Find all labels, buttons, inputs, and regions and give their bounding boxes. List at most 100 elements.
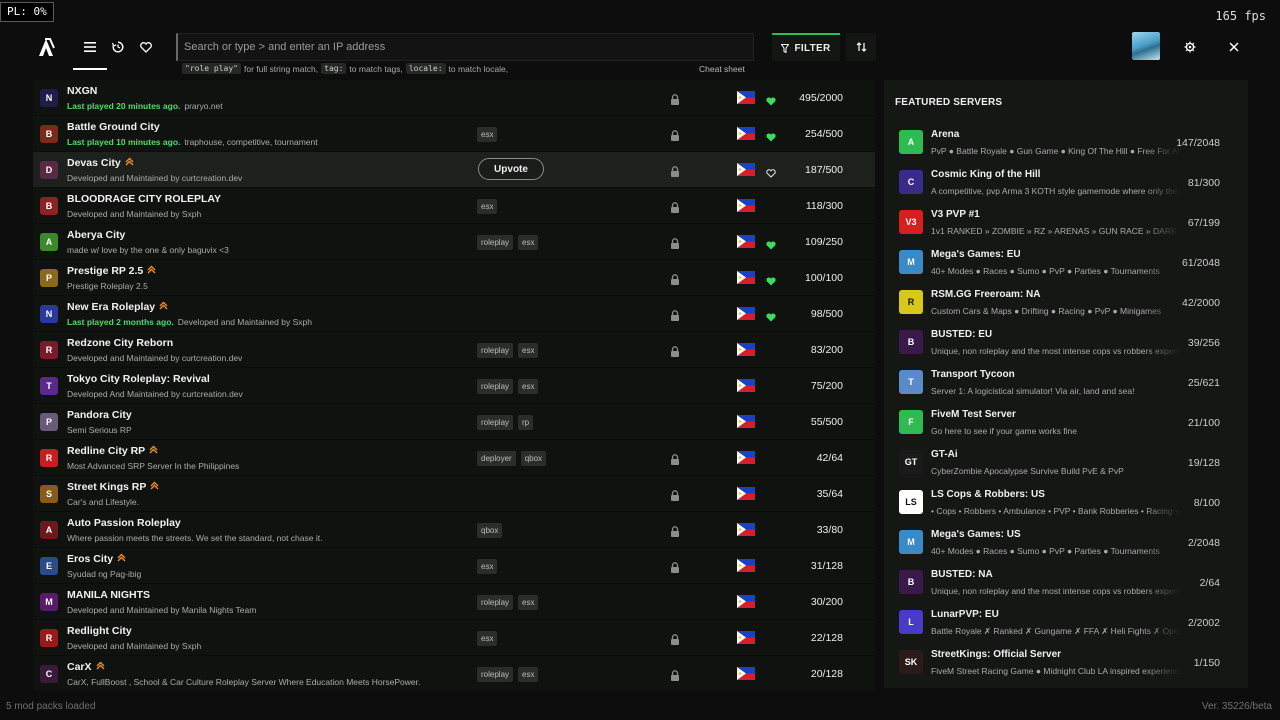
featured-server-row[interactable]: GT GT-Ai CyberZombie Apocalypse Survive Bu… <box>884 444 1248 484</box>
tag-chip[interactable]: qbox <box>520 451 547 466</box>
server-logo-icon: R <box>40 449 58 467</box>
server-name: Redline City RP <box>67 445 158 457</box>
server-name: Aberya City <box>67 229 125 241</box>
featured-server-row[interactable]: B BUSTED: NA Unique, non roleplay and the … <box>884 564 1248 604</box>
server-row[interactable]: P Prestige RP 2.5 Prestige Roleplay 2.5 100… <box>33 260 875 296</box>
philippines-flag-icon <box>737 271 755 284</box>
tag-chip[interactable]: roleplay <box>477 235 514 250</box>
featured-server-row[interactable]: R RSM.GG Freeroam: NA Custom Cars & Maps ●… <box>884 284 1248 324</box>
server-row[interactable]: R Redline City RP Most Advanced SRP Server… <box>33 440 875 476</box>
featured-player-count: 19/128 <box>1187 457 1220 469</box>
philippines-flag-icon <box>737 91 755 104</box>
featured-server-row[interactable]: L LunarPVP: EU Battle Royale ✗ Ranked ✗ Gu… <box>884 604 1248 644</box>
server-row[interactable]: R Redzone City Reborn Developed and Mainta… <box>33 332 875 368</box>
featured-server-row[interactable]: F FiveM Test Server Go here to see if your… <box>884 404 1248 444</box>
featured-server-row[interactable]: LS LS Cops & Robbers: US • Cops • Robbers … <box>884 484 1248 524</box>
lock-icon <box>670 524 680 537</box>
sort-button[interactable] <box>846 33 876 61</box>
tag-chip[interactable]: esx <box>518 595 539 610</box>
featured-name: BUSTED: EU <box>931 329 993 340</box>
featured-server-row[interactable]: SK StreetKings: Official Server FiveM Stre… <box>884 644 1248 684</box>
featured-server-row[interactable]: M Mega's Games: US 40+ Modes ● Races ● Sum… <box>884 524 1248 564</box>
tag-chip[interactable]: esx <box>518 235 539 250</box>
server-row[interactable]: T Tokyo City Roleplay: Revival Developed A… <box>33 368 875 404</box>
server-row[interactable]: A Aberya City made w/ love by the one & on… <box>33 224 875 260</box>
player-count: 31/128 <box>810 560 843 572</box>
philippines-flag-icon <box>737 199 755 212</box>
server-row[interactable]: N NXGN Last played 20 minutes ago. praryo.n… <box>33 80 875 116</box>
tag-chip[interactable]: deployer <box>477 451 516 466</box>
app-logo-icon[interactable] <box>36 36 56 58</box>
boost-icon <box>159 301 168 313</box>
list-icon[interactable] <box>73 36 107 70</box>
featured-server-row[interactable]: A Arena PvP ● Battle Royale ● Gun Game ● K… <box>884 124 1248 164</box>
tag-chip[interactable]: esx <box>477 127 498 142</box>
tag-chip[interactable]: roleplay <box>477 379 514 394</box>
server-name: Eros City <box>67 553 126 565</box>
tag-chip[interactable]: roleplay <box>477 595 514 610</box>
search-hint: "role play" for full string match, tag: … <box>182 63 508 74</box>
server-name: Battle Ground City <box>67 121 160 133</box>
server-tags: roleplay esx <box>477 343 539 358</box>
server-row[interactable]: D Devas City Developed and Maintained by c… <box>33 152 875 188</box>
user-avatar[interactable] <box>1132 32 1160 60</box>
tag-chip[interactable]: esx <box>518 343 539 358</box>
featured-logo-icon: A <box>899 130 923 154</box>
favorite-outline-icon[interactable] <box>766 165 776 178</box>
history-icon[interactable] <box>107 36 129 58</box>
close-icon[interactable] <box>1220 33 1248 61</box>
tag-chip[interactable]: roleplay <box>477 667 514 682</box>
philippines-flag-icon <box>737 415 755 428</box>
server-row[interactable]: S Street Kings RP Car's and Lifestyle. 35/6… <box>33 476 875 512</box>
server-name: NXGN <box>67 85 97 97</box>
server-logo-icon: S <box>40 485 58 503</box>
featured-server-row[interactable]: C Cosmic King of the Hill A competitive, p… <box>884 164 1248 204</box>
tag-chip[interactable]: qbox <box>477 523 503 538</box>
server-logo-icon: P <box>40 413 58 431</box>
hint-text: for full string match, <box>243 63 319 74</box>
featured-server-row[interactable]: B BUSTED: EU Unique, non roleplay and the … <box>884 324 1248 364</box>
tag-chip[interactable]: esx <box>477 631 498 646</box>
tag-chip[interactable]: esx <box>518 667 539 682</box>
upvote-button[interactable]: Upvote <box>478 158 544 180</box>
server-tags: esx <box>477 559 498 574</box>
server-row[interactable]: B Battle Ground City Last played 10 minute… <box>33 116 875 152</box>
favorite-icon[interactable] <box>766 93 776 106</box>
favorite-icon[interactable] <box>766 129 776 142</box>
server-desc-text: traphouse, competitive, tournament <box>184 137 318 147</box>
filter-button[interactable]: FILTER <box>772 33 840 61</box>
server-row[interactable]: P Pandora City Semi Serious RP roleplay rp 55… <box>33 404 875 440</box>
player-count: 118/300 <box>805 200 843 212</box>
tag-chip[interactable]: roleplay <box>477 415 514 430</box>
server-row[interactable]: M MANILA NIGHTS Developed and Maintained b… <box>33 584 875 620</box>
server-logo-icon: P <box>40 269 58 287</box>
server-row[interactable]: E Eros City Syudad ng Pag-ibig esx 31/128 <box>33 548 875 584</box>
featured-player-count: 1/150 <box>1193 657 1220 669</box>
server-description: Syudad ng Pag-ibig <box>67 569 141 579</box>
tag-chip[interactable]: esx <box>477 559 498 574</box>
server-row[interactable]: A Auto Passion Roleplay Where passion meet… <box>33 512 875 548</box>
featured-server-row[interactable]: V3 V3 PVP #1 1v1 RANKED » ZOMBIE » RZ » AR… <box>884 204 1248 244</box>
server-row[interactable]: N New Era Roleplay Last played 2 months ag… <box>33 296 875 332</box>
server-description: made w/ love by the one & only baguvix <… <box>67 245 229 255</box>
featured-server-row[interactable]: M Mega's Games: EU 40+ Modes ● Races ● Sum… <box>884 244 1248 284</box>
philippines-flag-icon <box>737 235 755 248</box>
server-row[interactable]: R Redlight City Developed and Maintained b… <box>33 620 875 656</box>
featured-server-row[interactable]: T Transport Tycoon Server 1: A logicistica… <box>884 364 1248 404</box>
lock-icon <box>670 488 680 501</box>
cheat-sheet-link[interactable]: Cheat sheet <box>699 64 745 74</box>
gear-icon[interactable] <box>1176 33 1204 61</box>
search-input[interactable] <box>178 34 753 60</box>
favorite-icon[interactable] <box>766 309 776 322</box>
server-row[interactable]: B BLOODRAGE CITY ROLEPLAY Developed and Ma… <box>33 188 875 224</box>
tag-chip[interactable]: esx <box>477 199 498 214</box>
tag-chip[interactable]: esx <box>518 379 539 394</box>
tag-chip[interactable]: roleplay <box>477 343 514 358</box>
tag-chip[interactable]: rp <box>518 415 534 430</box>
featured-logo-icon: R <box>899 290 923 314</box>
server-row[interactable]: C CarX CarX, FullBoost , School & Car Cult… <box>33 656 875 690</box>
favorite-icon[interactable] <box>766 273 776 286</box>
favorite-icon[interactable] <box>766 237 776 250</box>
server-name-text: Eros City <box>67 553 114 565</box>
heart-icon[interactable] <box>135 36 157 58</box>
